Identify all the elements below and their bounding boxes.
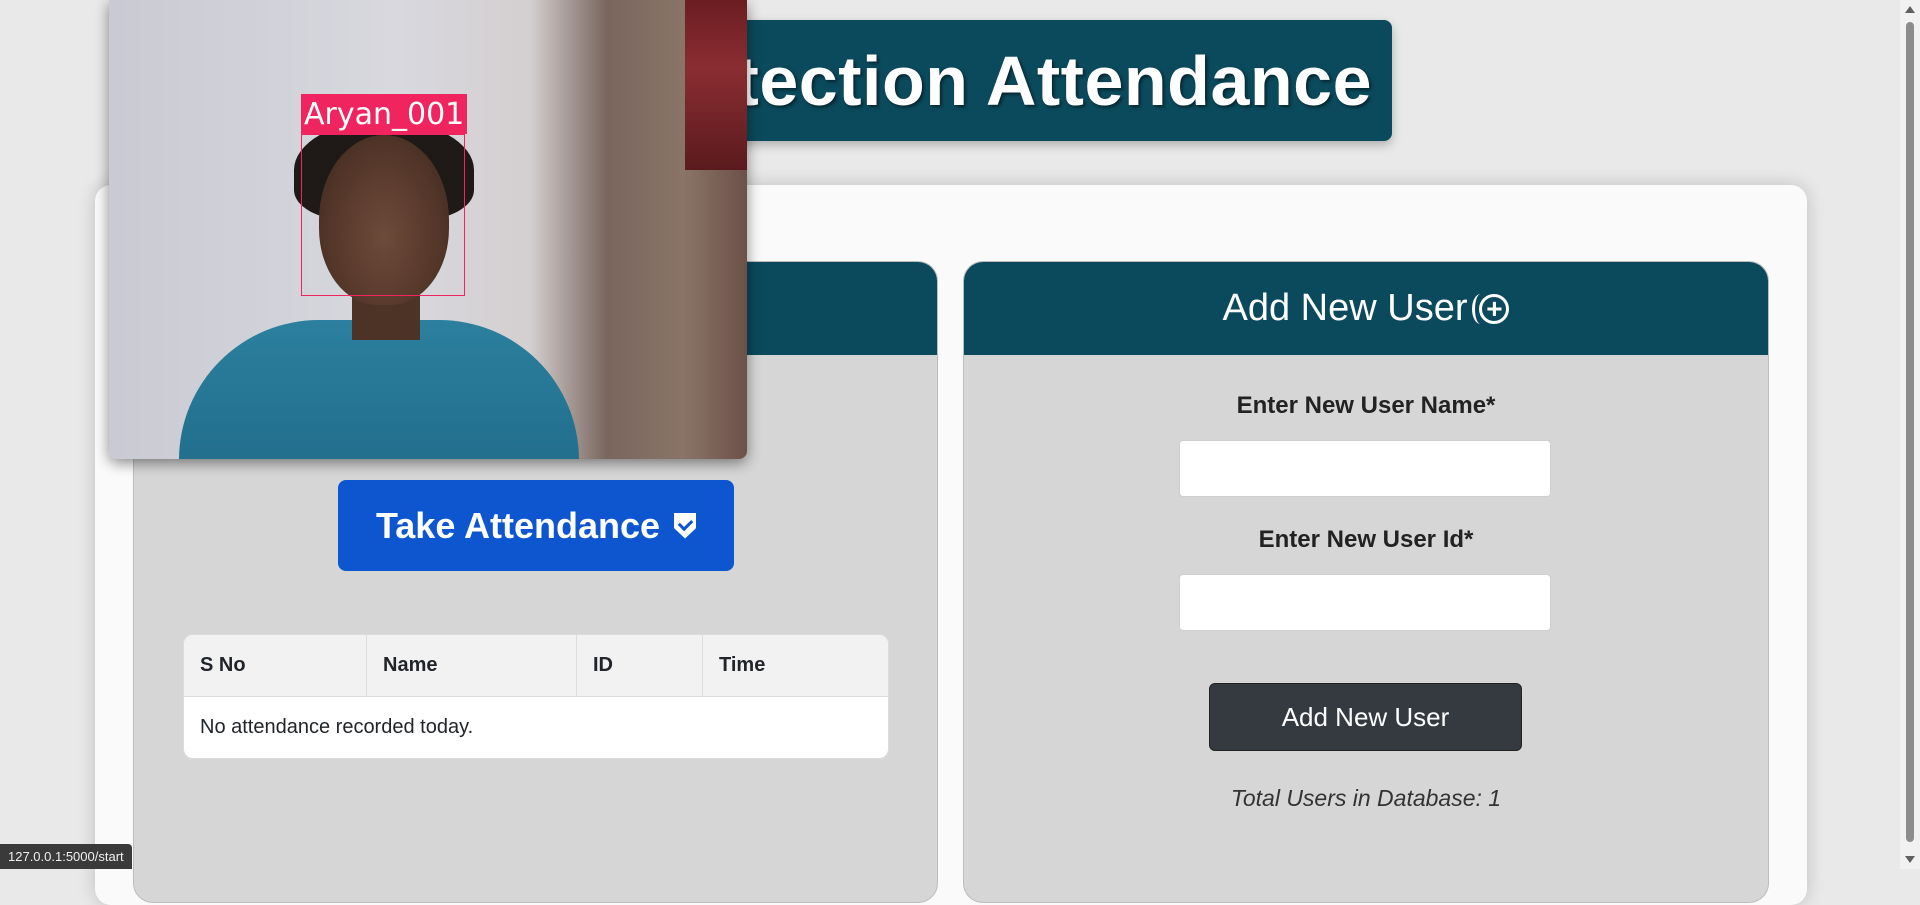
- shield-check-icon: [674, 512, 697, 539]
- add-user-panel: Add New User + Enter New User Name* Ente…: [963, 261, 1769, 903]
- face-detection-box: [301, 134, 465, 296]
- column-header-time: Time: [719, 654, 766, 676]
- attendance-table-header: S No Name ID Time: [184, 635, 888, 697]
- scroll-down-icon[interactable]: [1905, 856, 1915, 863]
- page-title: etection Attendance: [696, 41, 1372, 120]
- take-attendance-button[interactable]: Take Attendance: [338, 480, 734, 571]
- add-user-panel-title: Add New User: [1222, 287, 1468, 329]
- user-id-label: Enter New User Id*: [1258, 526, 1474, 553]
- plus-circle-icon: +: [1472, 293, 1510, 324]
- table-empty-row: No attendance recorded today.: [200, 716, 474, 738]
- take-attendance-label: Take Attendance: [375, 504, 661, 546]
- page-scrollbar[interactable]: [1900, 0, 1920, 869]
- add-new-user-button[interactable]: Add New User: [1209, 683, 1522, 751]
- status-bar-url: 127.0.0.1:5000/start: [0, 844, 132, 869]
- add-user-panel-header: Add New User +: [964, 262, 1768, 355]
- camera-feed: Aryan_001: [109, 0, 747, 459]
- user-name-input[interactable]: [1179, 440, 1551, 497]
- total-users-text: Total Users in Database: 1: [1230, 785, 1502, 811]
- face-detection-label: Aryan_001: [301, 94, 468, 134]
- user-name-label: Enter New User Name*: [1236, 392, 1496, 419]
- attendance-table: S No Name ID Time No attendance recorded…: [183, 634, 889, 759]
- page-title-banner: etection Attendance: [690, 20, 1392, 141]
- background-curtain: [685, 0, 747, 170]
- scroll-up-icon[interactable]: [1905, 6, 1915, 13]
- column-header-sno: S No: [184, 635, 367, 696]
- column-header-name: Name: [367, 635, 577, 696]
- scrollbar-thumb[interactable]: [1906, 22, 1914, 842]
- person-shirt: [179, 320, 579, 459]
- column-header-id: ID: [577, 635, 703, 696]
- user-id-input[interactable]: [1179, 574, 1551, 631]
